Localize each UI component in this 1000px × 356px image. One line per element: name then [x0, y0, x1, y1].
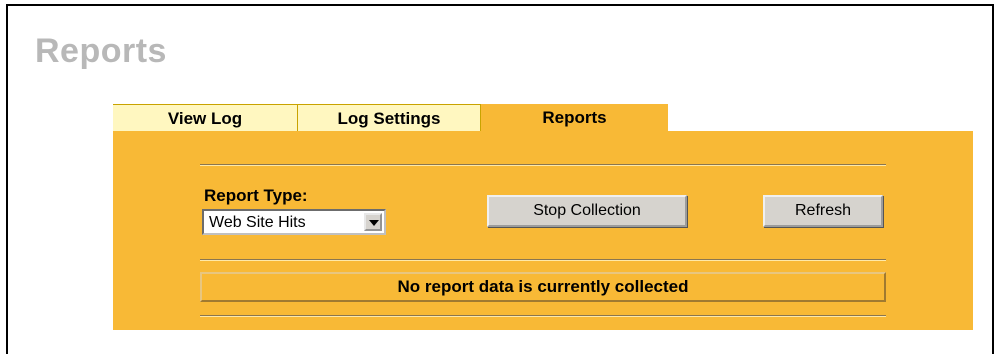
report-type-value: Web Site Hits	[209, 214, 306, 231]
status-message: No report data is currently collected	[200, 272, 886, 302]
bottom-divider	[200, 315, 886, 317]
tab-label: View Log	[167, 109, 243, 128]
report-type-label: Report Type:	[204, 186, 308, 205]
report-type-select[interactable]: Web Site Hits	[202, 209, 386, 235]
page-title: Reports	[35, 32, 167, 70]
tab-view-log[interactable]: View Log	[113, 104, 298, 131]
tab-label: Log Settings	[337, 109, 441, 128]
stop-collection-label: Stop Collection	[533, 202, 641, 219]
tab-reports[interactable]: Reports	[481, 104, 668, 134]
refresh-label: Refresh	[794, 202, 852, 219]
refresh-button[interactable]: Refresh	[763, 195, 883, 227]
top-divider	[200, 164, 886, 166]
tab-log-settings[interactable]: Log Settings	[298, 104, 481, 131]
stop-collection-button[interactable]: Stop Collection	[487, 195, 687, 227]
chevron-down-icon[interactable]	[364, 213, 382, 231]
tab-label: Reports	[542, 108, 607, 127]
middle-divider	[200, 259, 886, 261]
